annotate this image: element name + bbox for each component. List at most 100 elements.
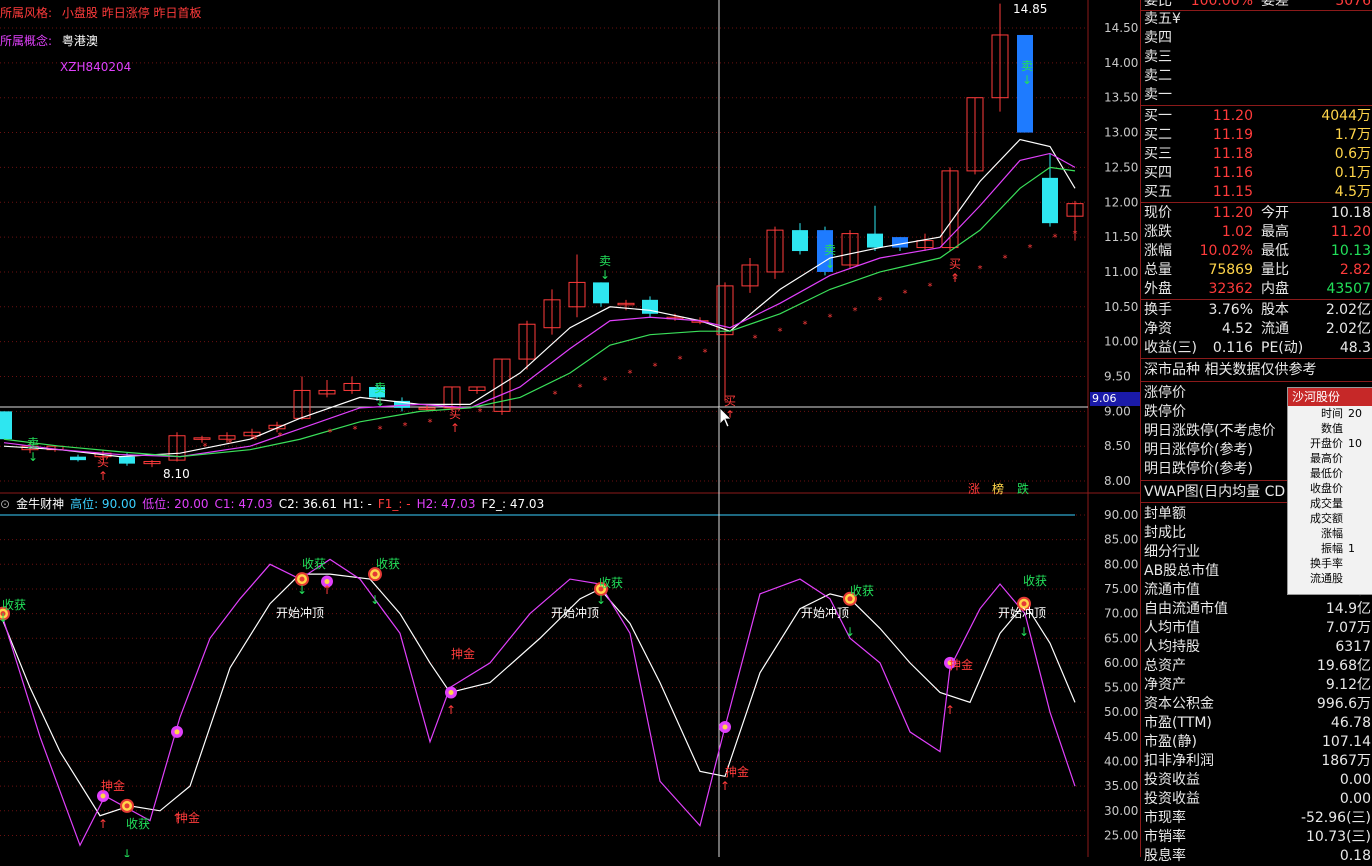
- quote-label: 外盘: [1144, 281, 1172, 297]
- sell-level-label: 卖二: [1144, 68, 1172, 84]
- price-tick-label: 12.00: [1104, 195, 1138, 209]
- sell-signal-arrow: ↓: [28, 450, 38, 464]
- stop-dot: *: [603, 375, 608, 386]
- tooltip-row: 开盘价 10: [1288, 436, 1372, 451]
- indicator-h2: H2: 47.03: [416, 497, 476, 511]
- fin-value: -52.96(三): [1300, 810, 1371, 826]
- quote-value: 75869: [1208, 262, 1253, 278]
- concept-value: 粤港澳: [61, 34, 98, 48]
- price-tick-label: 14.50: [1104, 21, 1138, 35]
- limit-label: 涨停价: [1144, 385, 1186, 401]
- indicator-tick-label: 60.00: [1104, 656, 1138, 670]
- buy-signal: 买: [97, 455, 109, 469]
- peak-label: 开始冲顶: [801, 605, 849, 620]
- tooltip-key: 成交量: [1310, 497, 1343, 510]
- buy-level-price: 11.15: [1212, 184, 1253, 200]
- stop-dot: *: [753, 334, 758, 345]
- vwap-label[interactable]: VWAP图(日内均量 CD: [1144, 483, 1285, 502]
- fin-value: 6317: [1335, 639, 1371, 655]
- indicator-h1: H1: -: [342, 497, 372, 511]
- fin-row: 投资收益 0.00: [1141, 771, 1372, 790]
- harvest-arrow: ↓: [122, 847, 132, 857]
- tooltip-value: 20: [1348, 407, 1362, 420]
- price-tick-label: 9.50: [1104, 370, 1131, 384]
- gold-flower-center: [722, 724, 728, 730]
- fin-row: 资本公积金 996.6万: [1141, 695, 1372, 714]
- gold-arrow: ↑: [322, 583, 332, 597]
- tooltip-row: 涨幅: [1288, 526, 1372, 541]
- tag-up[interactable]: 涨: [966, 480, 982, 497]
- buy-level-volume: 1.7万: [1334, 127, 1371, 143]
- buy-signal-arrow: ↑: [950, 271, 960, 285]
- tag-down[interactable]: 跌: [1015, 480, 1031, 497]
- quote-row: 外盘 32362 内盘 43507: [1141, 280, 1372, 299]
- fin-value: 0.00: [1339, 772, 1371, 788]
- stop-dot: *: [703, 348, 708, 359]
- tooltip-value: 1: [1348, 542, 1355, 555]
- indicator-name[interactable]: 金牛财神: [16, 497, 64, 511]
- gold-arrow: ↑: [945, 703, 955, 717]
- stop-dot: *: [328, 428, 333, 439]
- sell-signal-arrow: ↓: [1022, 73, 1032, 87]
- price-tick-label: 13.00: [1104, 126, 1138, 140]
- sell-level-row: 卖五¥: [1141, 10, 1372, 29]
- stop-dot: *: [553, 389, 558, 400]
- tag-list[interactable]: 榜: [990, 480, 1006, 497]
- quote-label: 现价: [1144, 205, 1172, 221]
- style-value: 小盘股 昨日涨停 昨日首板: [61, 6, 202, 20]
- stop-dot: *: [428, 417, 433, 428]
- buy-level-price: 11.20: [1212, 108, 1253, 124]
- stop-dot: *: [653, 362, 658, 373]
- panel-separator: [1141, 202, 1372, 203]
- sell-signal-arrow: ↓: [375, 395, 385, 409]
- indicator-tick-label: 35.00: [1104, 779, 1138, 793]
- fin-row: 扣非净利润 1867万: [1141, 752, 1372, 771]
- panel-separator: [1141, 381, 1372, 382]
- kline-chart-area[interactable]: 14.50 14.00 13.50 13.00 12.50 12.00 11.50 11.00…: [0, 0, 1142, 857]
- price-tick-label: 9.00: [1104, 404, 1131, 418]
- gold-label: 抻金: [725, 764, 749, 779]
- gold-flower-center: [174, 729, 180, 735]
- fin-label: 细分行业: [1144, 544, 1200, 560]
- stats-label: 换手: [1144, 302, 1172, 318]
- indicator-tick-label: 80.00: [1104, 557, 1138, 571]
- buy-level-volume: 0.6万: [1334, 146, 1371, 162]
- fin-label: 总资产: [1144, 658, 1186, 674]
- stats-value: 3.76%: [1208, 302, 1253, 318]
- quote-label-2: 量比: [1261, 262, 1289, 278]
- tooltip-row: 振幅 1: [1288, 541, 1372, 556]
- stop-dot: *: [928, 281, 933, 292]
- harvest-label: 收获: [2, 598, 26, 612]
- candle-body-down: [892, 237, 908, 248]
- quote-value: 1.02: [1221, 224, 1253, 240]
- market-note: 深市品种 相关数据仅供参考: [1144, 362, 1317, 378]
- harvest-flower-center: [372, 571, 378, 577]
- sell-signal: 卖: [1021, 59, 1033, 73]
- fin-row: 市盈(TTM) 46.78: [1141, 714, 1372, 733]
- kline-chart-svg[interactable]: 14.50 14.00 13.50 13.00 12.50 12.00 11.50 11.00…: [0, 0, 1140, 857]
- gold-arrow: ↑: [172, 811, 182, 825]
- price-tick-label: 10.50: [1104, 300, 1138, 314]
- fin-value: 996.6万: [1316, 696, 1371, 712]
- price-tick-label: 13.50: [1104, 91, 1138, 105]
- indicator-tick-label: 90.00: [1104, 508, 1138, 522]
- buy-level-label: 买一: [1144, 108, 1172, 124]
- stop-dot: *: [578, 382, 583, 393]
- limit-label: 明日涨停价(参考): [1144, 442, 1253, 458]
- fin-row: 市盈(静) 107.14: [1141, 733, 1372, 752]
- stop-dot: *: [1073, 229, 1078, 240]
- stock-tooltip: 沙河股份 时间 20 数值 开盘价 10 最高价 最低价 收盘价 成交量 成交额 涨幅 振幅 1 换手率流…: [1287, 387, 1372, 595]
- stop-dot: *: [1003, 253, 1008, 264]
- indicator-tick-label: 65.00: [1104, 631, 1138, 645]
- harvest-arrow: ↓: [1019, 625, 1029, 639]
- panel-separator: [1141, 299, 1372, 300]
- stop-dot: *: [628, 369, 633, 380]
- stop-dot: *: [353, 424, 358, 435]
- tooltip-row: 流通股: [1288, 571, 1372, 586]
- quote-row: 总量 75869 量比 2.82: [1141, 261, 1372, 280]
- buy-level-label: 买五: [1144, 184, 1172, 200]
- indicator-tick-label: 75.00: [1104, 582, 1138, 596]
- indicator-low: 低位: 20.00: [142, 497, 209, 511]
- fin-label: 扣非净利润: [1144, 753, 1214, 769]
- buy-level-row: 买四 11.16 0.1万: [1141, 164, 1372, 183]
